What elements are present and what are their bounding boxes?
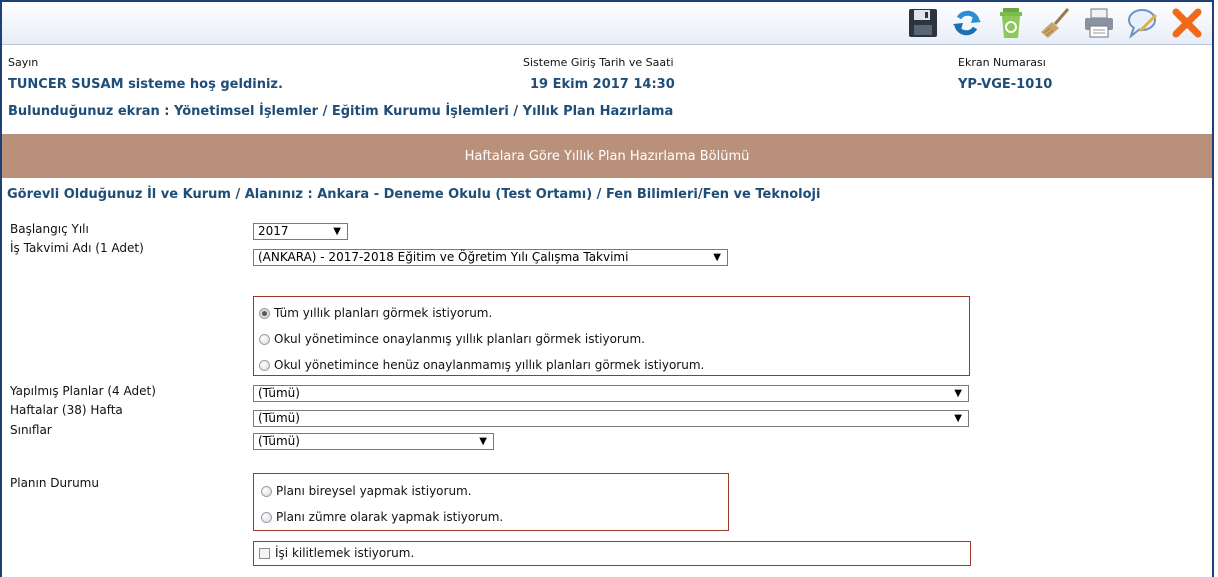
plan-status-label: Planın Durumu [10,476,99,490]
lock-label: İşi kilitlemek istiyorum. [275,546,415,560]
institution-info: Görevli Olduğunuz İl ve Kurum / Alanınız… [7,187,821,202]
view-option-label: Okul yönetimince henüz onaylanmamış yıll… [274,358,705,372]
broom-icon[interactable] [1038,6,1072,40]
start-year-select[interactable]: 2017 ▼ [253,223,348,240]
recycle-bin-icon[interactable] [994,6,1028,40]
login-time-value: 19 Ekim 2017 14:30 [530,77,675,92]
radio-icon[interactable] [261,511,272,523]
radio-selected-icon[interactable] [259,307,270,319]
calendar-select[interactable]: (ANKARA) - 2017-2018 Eğitim ve Öğretim Y… [253,249,728,266]
weeks-label: Haftalar (38) Hafta [10,403,123,417]
plans-label: Yapılmış Planlar (4 Adet) [10,384,156,398]
calendar-value: (ANKARA) - 2017-2018 Eğitim ve Öğretim Y… [258,250,629,264]
comment-icon[interactable] [1126,6,1160,40]
view-option-approved[interactable]: Okul yönetimince onaylanmış yıllık planl… [259,332,645,346]
user-welcome: TUNCER SUSAM sisteme hoş geldiniz. [8,77,283,92]
dropdown-arrow-icon: ▼ [954,413,962,424]
start-year-label: Başlangıç Yılı [10,222,89,236]
view-option-unapproved[interactable]: Okul yönetimince henüz onaylanmamış yıll… [259,358,704,372]
screen-number-label: Ekran Numarası [958,56,1046,69]
greeting-label: Sayın [8,56,39,69]
calendar-label: İş Takvimi Adı (1 Adet) [10,241,144,255]
status-option-individual[interactable]: Planı bireysel yapmak istiyorum. [261,484,472,498]
classes-label: Sınıflar [10,423,52,437]
dropdown-arrow-icon: ▼ [333,226,341,237]
status-option-label: Planı bireysel yapmak istiyorum. [276,484,472,498]
dropdown-arrow-icon: ▼ [479,436,487,447]
status-option-label: Planı zümre olarak yapmak istiyorum. [276,510,504,524]
view-option-label: Okul yönetimince onaylanmış yıllık planl… [274,332,645,346]
status-option-group[interactable]: Planı zümre olarak yapmak istiyorum. [261,510,503,524]
plans-select[interactable]: (Tümü) ▼ [253,385,969,402]
toolbar [2,2,1212,45]
lock-option[interactable]: İşi kilitlemek istiyorum. [259,546,414,560]
print-icon[interactable] [1082,6,1116,40]
dropdown-arrow-icon: ▼ [713,252,721,263]
screen-number-value: YP-VGE-1010 [958,77,1053,92]
dropdown-arrow-icon: ▼ [954,388,962,399]
plans-value: (Tümü) [258,386,300,400]
weeks-select[interactable]: (Tümü) ▼ [253,410,969,427]
radio-icon[interactable] [261,485,272,497]
breadcrumb: Bulunduğunuz ekran : Yönetimsel İşlemler… [8,104,674,119]
view-option-label: Tüm yıllık planları görmek istiyorum. [274,306,493,320]
classes-select[interactable]: (Tümü) ▼ [253,433,494,450]
section-title: Haftalara Göre Yıllık Plan Hazırlama Böl… [464,148,750,164]
checkbox-icon[interactable] [259,547,270,559]
classes-value: (Tümü) [258,434,300,448]
section-banner: Haftalara Göre Yıllık Plan Hazırlama Böl… [2,134,1212,178]
close-icon[interactable] [1170,6,1204,40]
save-icon[interactable] [906,6,940,40]
start-year-value: 2017 [258,224,289,238]
weeks-value: (Tümü) [258,411,300,425]
radio-icon[interactable] [259,359,270,371]
view-option-all[interactable]: Tüm yıllık planları görmek istiyorum. [259,306,492,320]
radio-icon[interactable] [259,333,270,345]
login-time-label: Sisteme Giriş Tarih ve Saati [523,56,674,69]
refresh-icon[interactable] [950,6,984,40]
